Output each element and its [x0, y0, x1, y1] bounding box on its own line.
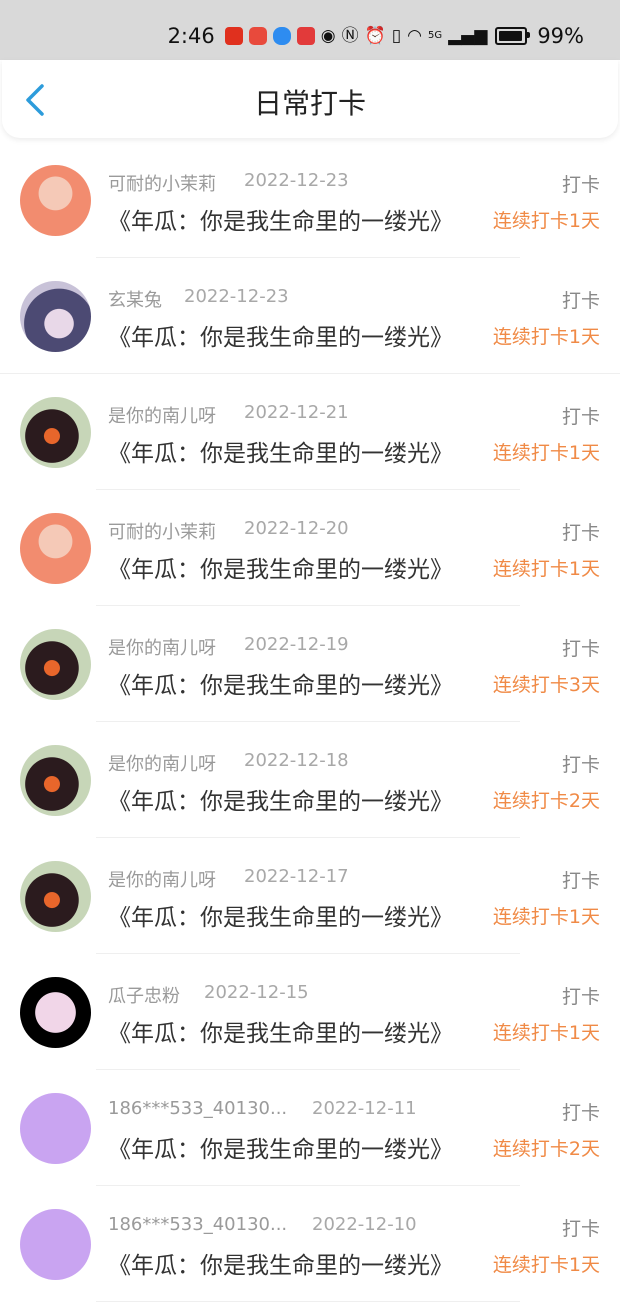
user-name: 玄某兔 — [108, 290, 162, 311]
checkin-content: 《年瓜：你是我生命里的一缕光》 — [108, 905, 453, 931]
user-name: 是你的南儿呀 — [108, 406, 216, 427]
nfc-icon: Ⓝ — [341, 26, 359, 46]
checkin-date: 2022-12-21 — [244, 402, 349, 423]
red-app-icon — [248, 27, 267, 45]
battery-percent: 99% — [537, 24, 584, 48]
streak-label: 连续打卡2天 — [492, 1138, 600, 1160]
checkin-date: 2022-12-18 — [244, 750, 349, 771]
avatar[interactable] — [20, 861, 91, 932]
wechat-icon: ◉ — [320, 26, 336, 46]
user-name: 186***533_40130... — [108, 1214, 288, 1235]
avatar[interactable] — [20, 165, 91, 236]
checkin-content: 《年瓜：你是我生命里的一缕光》 — [108, 209, 453, 235]
avatar[interactable] — [20, 629, 91, 700]
avatar[interactable] — [20, 977, 91, 1048]
streak-label: 连续打卡2天 — [492, 790, 600, 812]
avatar[interactable] — [20, 1209, 91, 1280]
streak-label: 连续打卡1天 — [492, 210, 600, 232]
list-item[interactable]: 186***533_40130... 2022-12-10 《年瓜：你是我生命里的一… — [0, 1186, 620, 1302]
streak-label: 连续打卡1天 — [492, 1254, 600, 1276]
alarm-icon: ⏰ — [364, 26, 386, 46]
streak-label: 连续打卡1天 — [492, 906, 600, 928]
checkin-tag: 打卡 — [561, 1102, 600, 1124]
list-item[interactable]: 是你的南儿呀 2022-12-21 《年瓜：你是我生命里的一缕光》 打卡连续打卡1天 — [0, 374, 620, 490]
checkin-date: 2022-12-15 — [204, 982, 309, 1003]
battery-icon — [495, 27, 531, 45]
news-app-icon — [296, 27, 315, 45]
checkin-content: 《年瓜：你是我生命里的一缕光》 — [108, 441, 453, 467]
checkin-content: 《年瓜：你是我生命里的一缕光》 — [108, 1253, 453, 1279]
checkin-content: 《年瓜：你是我生命里的一缕光》 — [108, 557, 453, 583]
avatar[interactable] — [20, 1093, 91, 1164]
cloud-app-icon — [272, 27, 291, 45]
checkin-tag: 打卡 — [561, 174, 600, 196]
page-title: 日常打卡 — [253, 87, 366, 120]
streak-label: 连续打卡1天 — [492, 442, 600, 464]
list-item[interactable]: 是你的南儿呀 2022-12-18 《年瓜：你是我生命里的一缕光》 打卡连续打卡2天 — [0, 722, 620, 838]
user-name: 瓜子忠粉 — [108, 986, 180, 1007]
checkin-date: 2022-12-20 — [244, 518, 349, 539]
status-time: 2:46 — [167, 24, 215, 48]
streak-label: 连续打卡1天 — [492, 1022, 600, 1044]
signal-icon: ▂▄▆ — [448, 26, 488, 46]
avatar[interactable] — [20, 397, 91, 468]
user-name: 是你的南儿呀 — [108, 870, 216, 891]
checkin-tag: 打卡 — [561, 1218, 600, 1240]
checkin-date: 2022-12-23 — [244, 170, 349, 191]
checkin-date: 2022-12-17 — [244, 866, 349, 887]
avatar[interactable] — [20, 745, 91, 816]
avatar[interactable] — [20, 513, 91, 584]
checkin-tag: 打卡 — [561, 638, 600, 660]
checkin-list: 可耐的小茉莉 2022-12-23 《年瓜：你是我生命里的一缕光》 打卡 连续打卡1天玄… — [0, 142, 620, 1302]
user-name: 可耐的小茉莉 — [108, 522, 216, 543]
status-bar: 2:46 ◉ Ⓝ ⏰ ▯ ◠ 5G ▂▄▆ 99% — [0, 0, 620, 60]
checkin-content: 《年瓜：你是我生命里的一缕光》 — [108, 1021, 453, 1047]
list-item[interactable]: 瓜子忠粉 2022-12-15 《年瓜：你是我生命里的一缕光》 打卡连续打卡1天 — [0, 954, 620, 1070]
list-item[interactable]: 是你的南儿呀 2022-12-19 《年瓜：你是我生命里的一缕光》 打卡连续打卡3天 — [0, 606, 620, 722]
checkin-tag: 打卡 — [561, 870, 600, 892]
checkin-content: 《年瓜：你是我生命里的一缕光》 — [108, 1137, 453, 1163]
checkin-date: 2022-12-11 — [312, 1098, 417, 1119]
network-type-icon: 5G — [427, 30, 443, 41]
list-item[interactable]: 可耐的小茉莉 2022-12-20 《年瓜：你是我生命里的一缕光》 打卡连续打卡1天 — [0, 490, 620, 606]
checkin-content: 《年瓜：你是我生命里的一缕光》 — [108, 325, 453, 351]
checkin-tag: 打卡 — [561, 290, 600, 312]
list-item[interactable]: 可耐的小茉莉 2022-12-23 《年瓜：你是我生命里的一缕光》 打卡连续打卡1天 — [0, 142, 620, 258]
checkin-content: 《年瓜：你是我生命里的一缕光》 — [108, 673, 453, 699]
checkin-date: 2022-12-10 — [312, 1214, 417, 1235]
list-item[interactable]: 玄某兔 2022-12-23 《年瓜：你是我生命里的一缕光》 打卡连续打卡1天 — [0, 258, 620, 374]
checkin-tag: 打卡 — [561, 406, 600, 428]
user-name: 186***533_40130... — [108, 1098, 288, 1119]
checkin-content: 《年瓜：你是我生命里的一缕光》 — [108, 789, 453, 815]
wifi-icon: ◠ — [407, 26, 422, 46]
navigation-bar: 日常打卡 — [2, 60, 618, 138]
taobao-app-icon — [224, 27, 243, 45]
user-name: 可耐的小茉莉 — [108, 174, 216, 195]
list-item[interactable]: 是你的南儿呀 2022-12-17 《年瓜：你是我生命里的一缕光》 打卡连续打卡1天 — [0, 838, 620, 954]
streak-label: 连续打卡3天 — [492, 674, 600, 696]
user-name: 是你的南儿呀 — [108, 754, 216, 775]
streak-label: 连续打卡1天 — [492, 326, 600, 348]
user-name: 是你的南儿呀 — [108, 638, 216, 659]
checkin-tag: 打卡 — [561, 986, 600, 1008]
checkin-tag: 打卡 — [561, 522, 600, 544]
vibrate-icon: ▯ — [391, 26, 402, 46]
checkin-date: 2022-12-23 — [184, 286, 289, 307]
list-item[interactable]: 186***533_40130... 2022-12-11 《年瓜：你是我生命里的一… — [0, 1070, 620, 1186]
streak-label: 连续打卡1天 — [492, 558, 600, 580]
checkin-tag: 打卡 — [561, 754, 600, 776]
avatar[interactable] — [20, 281, 91, 352]
checkin-date: 2022-12-19 — [244, 634, 349, 655]
